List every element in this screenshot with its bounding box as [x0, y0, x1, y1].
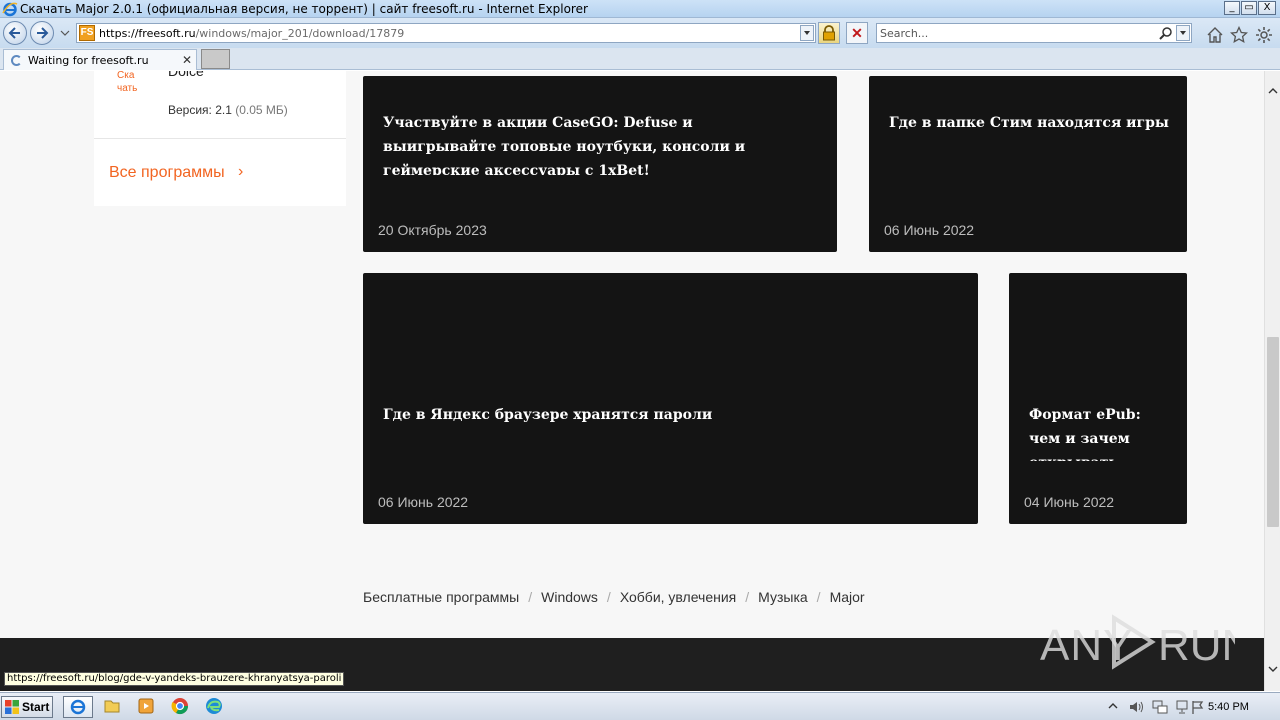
window-titlebar: Скачать Major 2.0.1 (официальная версия,… [0, 0, 1280, 18]
status-url-tooltip: https://freesoft.ru/blog/gde-v-yandeks-b… [4, 672, 345, 686]
taskbar-explorer[interactable] [98, 696, 128, 718]
forward-button[interactable] [30, 21, 54, 45]
breadcrumb-separator: / [745, 589, 750, 605]
history-dropdown-icon[interactable] [60, 29, 70, 37]
all-programs-link[interactable]: Все программы [109, 164, 225, 182]
breadcrumb-item[interactable]: Хобби, увлечения [620, 589, 736, 605]
favorites-star-icon[interactable] [1230, 26, 1248, 44]
chevron-down-icon [804, 31, 810, 35]
vertical-scrollbar[interactable] [1264, 71, 1280, 691]
gear-icon[interactable] [1255, 26, 1273, 44]
loading-spinner-icon [11, 55, 22, 66]
taskbar-edge[interactable] [200, 696, 230, 718]
volume-icon[interactable] [1128, 699, 1144, 715]
media-player-icon [138, 698, 154, 714]
breadcrumb-separator: / [606, 589, 611, 605]
tab-label: Waiting for freesoft.ru [28, 54, 149, 67]
navigation-bar: FS https://freesoft.ru/windows/major_201… [0, 18, 1280, 48]
breadcrumb: Бесплатные программы / Windows / Хобби, увле… [363, 589, 865, 605]
article-card[interactable]: Участвуйте в акции CaseGO: Defuse и выиг… [363, 76, 837, 252]
internet-explorer-icon [2, 2, 18, 17]
search-provider-dropdown[interactable] [1176, 25, 1190, 41]
taskbar-media-player[interactable] [132, 696, 162, 718]
address-bar[interactable]: FS https://freesoft.ru/windows/major_201… [76, 23, 816, 43]
url-host: https://freesoft.ru [99, 27, 196, 40]
article-date: 06 Июнь 2022 [378, 494, 469, 510]
home-icon[interactable] [1206, 26, 1224, 44]
breadcrumb-separator: / [816, 589, 821, 605]
forward-arrow-icon [37, 27, 49, 39]
close-icon: ✕ [851, 25, 863, 41]
site-favicon-icon: FS [79, 25, 95, 41]
page-viewport: Ска чать Dolce Версия: 2.1 (0.05 МБ) Все… [0, 71, 1264, 691]
folder-icon [104, 700, 120, 713]
network-icon[interactable] [1152, 699, 1168, 715]
tab-active[interactable]: Waiting for freesoft.ru ✕ [3, 49, 197, 70]
article-card[interactable]: Где в Яндекс браузере хранятся пароли 06… [363, 273, 978, 524]
show-hidden-icons-icon[interactable] [1108, 701, 1118, 711]
back-arrow-icon [8, 27, 20, 39]
search-icon[interactable] [1159, 26, 1173, 40]
anyrun-watermark-logo: ANY RUN [1040, 614, 1235, 670]
lock-icon [823, 25, 835, 41]
breadcrumb-item[interactable]: Музыка [758, 589, 808, 605]
program-size: (0.05 МБ) [235, 103, 288, 117]
article-title[interactable]: Участвуйте в акции CaseGO: Defuse и выиг… [383, 111, 803, 175]
download-link[interactable]: Ска чать [117, 71, 147, 95]
search-input[interactable] [880, 26, 1150, 40]
chrome-icon [171, 698, 189, 715]
breadcrumb-separator: / [528, 589, 533, 605]
breadcrumb-item[interactable]: Major [830, 589, 865, 605]
article-title[interactable]: Где в Яндекс браузере хранятся пароли [383, 403, 943, 429]
scrollbar-thumb[interactable] [1267, 337, 1279, 527]
address-dropdown-button[interactable] [800, 25, 814, 41]
article-title[interactable]: Где в папке Стим находятся игры [889, 111, 1169, 159]
window-title: Скачать Major 2.0.1 (официальная версия,… [20, 2, 588, 16]
start-button[interactable]: Start [1, 696, 53, 718]
windows-taskbar: Start 5:40 PM [0, 692, 1280, 720]
article-card[interactable]: Где в папке Стим находятся игры 06 Июнь … [869, 76, 1187, 252]
taskbar-clock[interactable]: 5:40 PM [1208, 701, 1249, 713]
search-box[interactable] [876, 23, 1192, 43]
new-tab-button[interactable] [201, 49, 230, 69]
internet-explorer-icon [70, 699, 86, 715]
article-title[interactable]: Формат ePub: чем и зачем открывать [1029, 403, 1174, 461]
windows-logo-icon [5, 700, 19, 714]
edge-icon [206, 698, 222, 714]
article-date: 04 Июнь 2022 [1024, 494, 1115, 510]
watermark-text-right: RUN [1158, 621, 1235, 670]
article-date: 20 Октябрь 2023 [378, 222, 487, 238]
program-version: Версия: 2.1 (0.05 МБ) [168, 103, 288, 117]
stop-loading-button[interactable]: ✕ [846, 22, 868, 44]
chevron-down-icon [1180, 31, 1186, 35]
start-label: Start [22, 700, 50, 714]
taskbar-chrome[interactable] [166, 696, 196, 718]
program-name[interactable]: Dolce [168, 71, 204, 79]
breadcrumb-item[interactable]: Бесплатные программы [363, 589, 519, 605]
close-window-button[interactable]: X [1258, 1, 1276, 15]
address-url[interactable]: https://freesoft.ru/windows/major_201/do… [99, 27, 404, 40]
maximize-button[interactable]: ▭ [1241, 1, 1257, 15]
url-path: /windows/major_201/download/17879 [195, 27, 405, 40]
back-button[interactable] [3, 21, 27, 45]
sidebar-footer: Все программы › [94, 138, 346, 206]
minimize-button[interactable]: _ [1224, 1, 1240, 15]
taskbar-internet-explorer[interactable] [63, 696, 93, 718]
security-lock-button[interactable] [818, 22, 840, 44]
version-label: Версия: 2.1 [168, 103, 232, 117]
display-icon[interactable] [1174, 699, 1190, 715]
article-card[interactable]: Формат ePub: чем и зачем открывать 04 Ию… [1009, 273, 1187, 524]
system-tray: 5:40 PM [1104, 696, 1280, 718]
breadcrumb-item[interactable]: Windows [541, 589, 598, 605]
article-date: 06 Июнь 2022 [884, 222, 975, 238]
tab-close-button[interactable]: ✕ [182, 53, 192, 67]
tab-strip: Waiting for freesoft.ru ✕ [0, 48, 1280, 70]
scroll-up-icon[interactable] [1268, 87, 1278, 95]
chevron-right-icon[interactable]: › [238, 163, 243, 181]
action-center-flag-icon[interactable] [1190, 699, 1206, 715]
scroll-down-icon[interactable] [1268, 665, 1278, 673]
